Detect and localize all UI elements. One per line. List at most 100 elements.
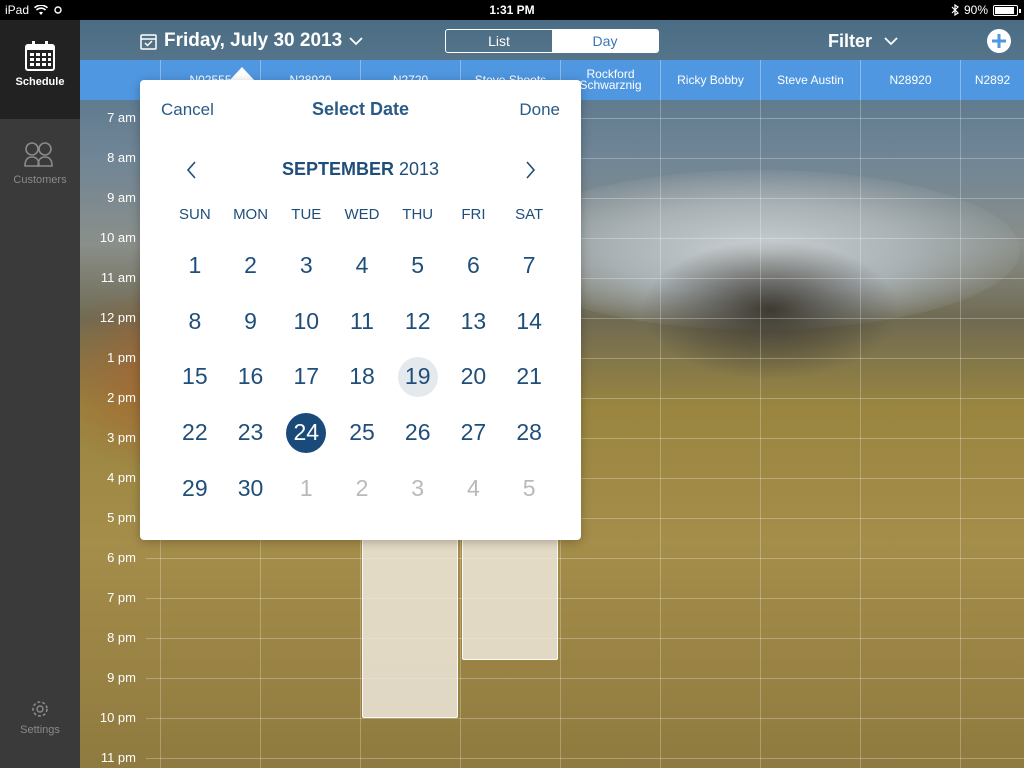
calendar-day-today[interactable]: 19 <box>390 349 446 405</box>
weekday-label: THU <box>402 206 434 223</box>
resource-column[interactable]: Ricky Bobby <box>660 60 760 100</box>
time-label: 3 pm <box>107 430 136 445</box>
calendar-day[interactable]: 23 <box>223 405 279 461</box>
calendar-day[interactable]: 4 <box>334 238 390 294</box>
calendar-day[interactable]: 20 <box>446 349 502 405</box>
sidebar-item-customers[interactable]: Customers <box>0 140 80 210</box>
calendar-day[interactable]: 1 <box>278 460 334 516</box>
grid-column-line <box>760 100 761 768</box>
calendar-day-number: 12 <box>404 307 431 334</box>
sidebar-item-schedule[interactable]: Schedule <box>0 20 80 119</box>
calendar-day-number: 4 <box>467 474 480 501</box>
calendar-day[interactable]: 9 <box>223 294 279 350</box>
resource-column[interactable]: Steve Austin <box>760 60 860 100</box>
view-day-button[interactable]: Day <box>552 30 658 52</box>
year: 2013 <box>399 159 440 179</box>
calendar-day[interactable]: 11 <box>334 294 390 350</box>
calendar-day-number: 6 <box>467 252 480 279</box>
calendar-day-selected[interactable]: 24 <box>278 405 334 461</box>
weekday-label: WED <box>344 206 380 223</box>
calendar-day[interactable]: 13 <box>446 294 502 350</box>
grid-column-line <box>960 100 961 768</box>
time-label: 1 pm <box>107 350 136 365</box>
calendar-day[interactable]: 30 <box>223 460 279 516</box>
done-button[interactable]: Done <box>519 100 560 120</box>
weekday-label: SUN <box>179 206 211 223</box>
calendar-day[interactable]: 12 <box>390 294 446 350</box>
calendar-day-number: 26 <box>404 419 431 446</box>
calendar-day[interactable]: 7 <box>501 238 557 294</box>
battery-icon <box>993 4 1021 16</box>
grid-column-line <box>860 100 861 768</box>
appointment-block[interactable] <box>462 520 558 660</box>
calendar-day[interactable]: 25 <box>334 405 390 461</box>
calendar-day[interactable]: 17 <box>278 349 334 405</box>
calendar-days: 1 2 3 4 5 6 7 8 9 10 11 12 13 14 15 16 17 18 19 20 21 22 23 24 2… <box>167 238 557 516</box>
calendar-day-number: 23 <box>237 419 264 446</box>
grid-row-line <box>146 678 1024 679</box>
calendar-day[interactable]: 5 <box>501 460 557 516</box>
filter-button[interactable]: Filter <box>828 31 898 52</box>
resource-column[interactable]: N2892 <box>960 60 1024 100</box>
calendar-day[interactable]: 10 <box>278 294 334 350</box>
calendar-day-number: 14 <box>516 307 542 334</box>
calendar-day-number: 19 <box>397 356 438 397</box>
calendar-day[interactable]: 1 <box>167 238 223 294</box>
top-toolbar: Friday, July 30 2013 List Day Filter <box>80 20 1024 60</box>
month-name: SEPTEMBER <box>281 159 394 179</box>
status-bar: iPad 1:31 PM 90% <box>0 0 1024 20</box>
time-label: 7 pm <box>107 590 136 605</box>
calendar-day[interactable]: 26 <box>390 405 446 461</box>
grid-row-line <box>146 558 1024 559</box>
month-label: SEPTEMBER 2013 <box>140 159 581 180</box>
calendar-day-number: 5 <box>522 474 536 501</box>
calendar-day[interactable]: 5 <box>390 238 446 294</box>
calendar-day-number: 13 <box>460 307 487 334</box>
calendar-day-number: 15 <box>182 363 208 390</box>
calendar-day[interactable]: 6 <box>446 238 502 294</box>
calendar-day-number: 2 <box>244 252 257 279</box>
calendar-day-number: 28 <box>516 419 542 446</box>
calendar-day[interactable]: 3 <box>278 238 334 294</box>
appointment-block[interactable] <box>362 520 458 718</box>
calendar-day[interactable]: 15 <box>167 349 223 405</box>
calendar-day[interactable]: 2 <box>334 460 390 516</box>
cancel-button[interactable]: Cancel <box>161 100 214 120</box>
calendar-day[interactable]: 2 <box>223 238 279 294</box>
calendar-day[interactable]: 29 <box>167 460 223 516</box>
view-list-button[interactable]: List <box>446 30 552 52</box>
calendar-day[interactable]: 22 <box>167 405 223 461</box>
calendar-day[interactable]: 28 <box>501 405 557 461</box>
chevron-down-icon <box>884 37 898 46</box>
calendar-day-number: 10 <box>293 307 320 334</box>
chevron-down-icon <box>349 36 363 45</box>
resource-column[interactable]: N28920 <box>860 60 960 100</box>
battery-fill <box>995 6 1014 14</box>
calendar-day[interactable]: 18 <box>334 349 390 405</box>
calendar-day[interactable]: 14 <box>501 294 557 350</box>
sidebar-item-label: Settings <box>20 724 60 736</box>
add-icon[interactable] <box>986 28 1012 54</box>
popover-arrow <box>229 67 255 81</box>
calendar-day-number: 4 <box>355 252 369 279</box>
time-label: 9 pm <box>107 670 136 685</box>
calendar-day[interactable]: 8 <box>167 294 223 350</box>
date-selector[interactable]: Friday, July 30 2013 <box>140 30 363 52</box>
grid-row-line <box>146 718 1024 719</box>
calendar-day-number: 16 <box>237 363 264 390</box>
calendar-day[interactable]: 21 <box>501 349 557 405</box>
sidebar-item-settings[interactable]: Settings <box>0 698 80 758</box>
time-label: 11 am <box>100 270 136 285</box>
calendar-day[interactable]: 3 <box>390 460 446 516</box>
time-label: 5 pm <box>107 510 136 525</box>
calendar-day-number: 20 <box>460 363 487 390</box>
calendar-day-number: 17 <box>293 363 320 390</box>
time-label: 4 pm <box>107 470 136 485</box>
chevron-right-icon[interactable] <box>518 158 542 182</box>
current-date: Friday, July 30 2013 <box>164 30 343 51</box>
calendar-day[interactable]: 27 <box>446 405 502 461</box>
calendar-day[interactable]: 16 <box>223 349 279 405</box>
calendar-day[interactable]: 4 <box>446 460 502 516</box>
calendar-day-number: 1 <box>188 252 202 279</box>
calendar-day-number: 1 <box>299 474 313 501</box>
